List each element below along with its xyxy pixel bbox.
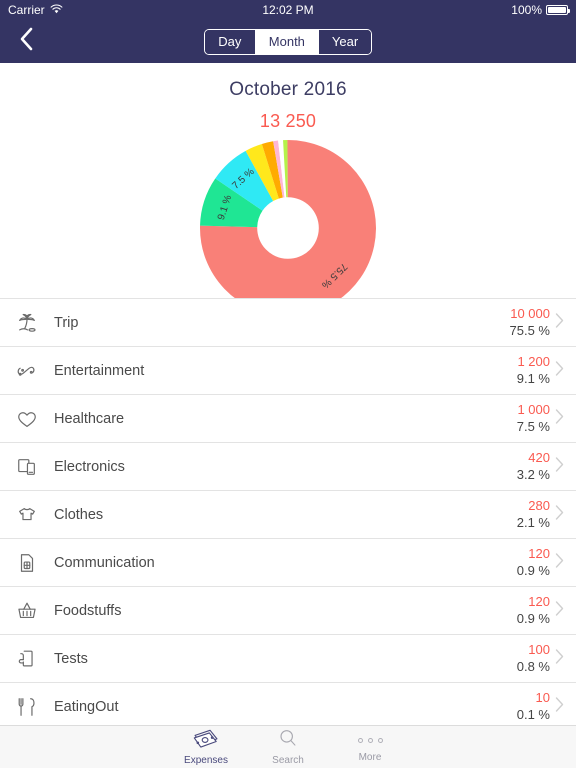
tab-label: Search <box>272 754 304 766</box>
period-segmented-control[interactable]: Day Month Year <box>203 28 373 55</box>
row-percent: 0.9 % <box>516 610 550 626</box>
table-row[interactable]: Trip 10 000 75.5 % <box>0 299 576 347</box>
battery-percent-label: 100% <box>511 3 542 17</box>
status-bar-left: Carrier <box>8 3 63 17</box>
table-row[interactable]: Entertainment 1 200 9.1 % <box>0 347 576 395</box>
table-row[interactable]: EatingOut 10 0.1 % <box>0 683 576 725</box>
row-amount: 120 <box>528 546 550 562</box>
status-bar-right: 100% <box>511 3 570 17</box>
row-amount: 120 <box>528 594 550 610</box>
summary-header: October 2016 13 250 <box>0 63 576 132</box>
expenses-donut-chart: 75.5 % 9.1 % 7.5 % <box>0 138 576 318</box>
table-row[interactable]: Electronics 420 3.2 % <box>0 443 576 491</box>
row-label: Communication <box>54 554 155 571</box>
row-amount: 1 000 <box>517 402 550 418</box>
row-label: EatingOut <box>54 698 119 715</box>
row-label: Foodstuffs <box>54 602 122 619</box>
flask-icon <box>16 648 50 670</box>
table-row[interactable]: Communication 120 0.9 % <box>0 539 576 587</box>
tshirt-icon <box>16 504 50 526</box>
row-percent: 75.5 % <box>509 322 550 338</box>
table-row[interactable]: Foodstuffs 120 0.9 % <box>0 587 576 635</box>
row-amount: 10 000 <box>510 306 550 322</box>
chevron-right-icon <box>555 552 564 573</box>
devices-icon <box>16 456 50 478</box>
row-percent: 0.1 % <box>516 706 550 722</box>
segment-day[interactable]: Day <box>204 29 256 54</box>
row-label: Tests <box>54 650 88 667</box>
row-amount: 1 200 <box>517 354 550 370</box>
row-percent: 7.5 % <box>516 418 550 434</box>
palm-tree-icon <box>16 312 50 334</box>
row-percent: 3.2 % <box>516 466 550 482</box>
heart-icon <box>16 408 50 430</box>
banknotes-icon <box>193 729 219 753</box>
chevron-right-icon <box>555 648 564 669</box>
chevron-right-icon <box>555 696 564 717</box>
tab-more[interactable]: More <box>329 732 411 763</box>
basket-icon <box>16 600 50 622</box>
table-row[interactable]: Tests 100 0.8 % <box>0 635 576 683</box>
page-title: October 2016 <box>229 79 347 100</box>
search-icon <box>277 729 299 753</box>
chevron-right-icon <box>555 456 564 477</box>
donut-chart-svg: 75.5 %9.1 %7.5 % <box>200 140 376 316</box>
tab-expenses[interactable]: Expenses <box>165 729 247 766</box>
chevron-right-icon <box>555 600 564 621</box>
gamepad-icon <box>16 360 50 382</box>
row-label: Electronics <box>54 458 125 475</box>
row-percent: 0.8 % <box>516 658 550 674</box>
row-amount: 10 <box>535 690 550 706</box>
tab-label: Expenses <box>184 754 228 766</box>
chevron-right-icon <box>555 408 564 429</box>
chevron-right-icon <box>555 360 564 381</box>
row-percent: 0.9 % <box>516 562 550 578</box>
chevron-left-icon <box>19 27 34 56</box>
app-root: Carrier 12:02 PM 100% Day Month Year Oct… <box>0 0 576 768</box>
status-bar: Carrier 12:02 PM 100% <box>0 0 576 20</box>
category-list[interactable]: Trip 10 000 75.5 % Entertainment 1 200 9… <box>0 298 576 725</box>
tab-bar: Expenses Search More <box>0 725 576 768</box>
status-bar-time: 12:02 PM <box>262 3 314 17</box>
sim-card-icon <box>16 552 50 574</box>
row-label: Healthcare <box>54 410 125 427</box>
row-amount: 100 <box>528 642 550 658</box>
table-row[interactable]: Clothes 280 2.1 % <box>0 491 576 539</box>
carrier-label: Carrier <box>8 3 45 17</box>
chevron-right-icon <box>555 312 564 333</box>
cutlery-icon <box>16 696 50 718</box>
tab-search[interactable]: Search <box>247 729 329 766</box>
row-amount: 420 <box>528 450 550 466</box>
wifi-icon <box>50 3 63 17</box>
row-label: Entertainment <box>54 362 145 379</box>
back-button[interactable] <box>6 20 46 63</box>
battery-icon <box>546 5 570 15</box>
total-amount: 13 250 <box>259 111 317 131</box>
row-amount: 280 <box>528 498 550 514</box>
segment-year[interactable]: Year <box>318 29 372 54</box>
ellipsis-icon <box>357 732 383 750</box>
row-percent: 2.1 % <box>516 514 550 530</box>
segment-month[interactable]: Month <box>255 29 319 54</box>
row-percent: 9.1 % <box>516 370 550 386</box>
chevron-right-icon <box>555 504 564 525</box>
nav-bar: Day Month Year <box>0 20 576 63</box>
row-label: Clothes <box>54 506 104 523</box>
row-label: Trip <box>54 314 79 331</box>
table-row[interactable]: Healthcare 1 000 7.5 % <box>0 395 576 443</box>
tab-label: More <box>358 751 382 763</box>
